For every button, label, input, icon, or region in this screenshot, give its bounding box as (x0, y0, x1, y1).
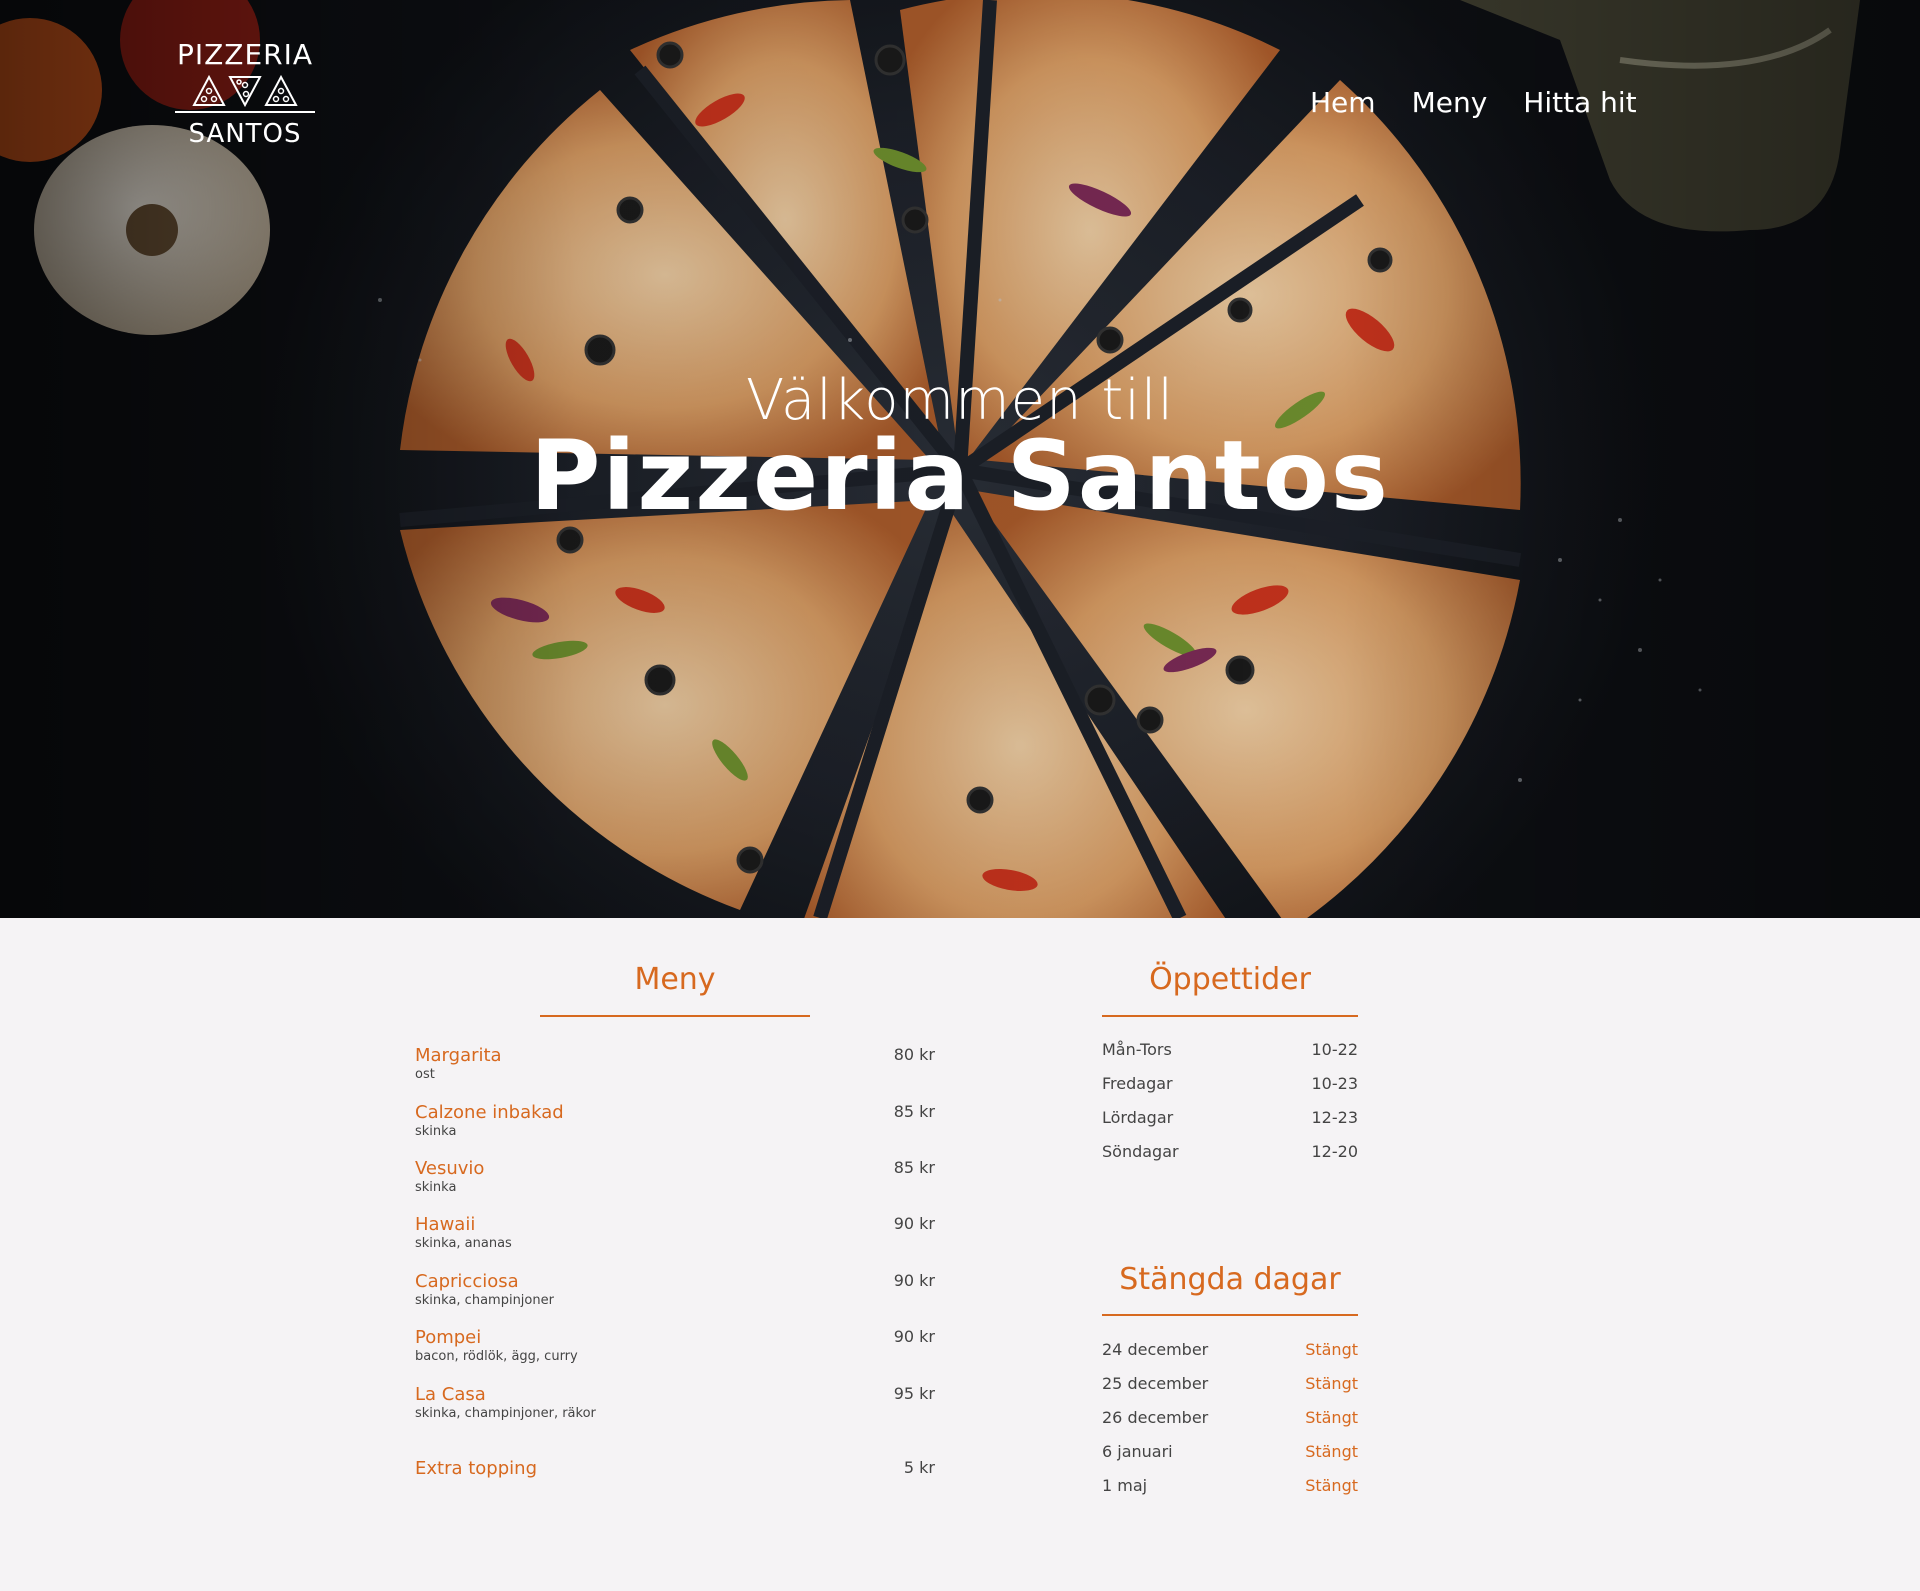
content-section: Meny Margarita ost 80 kr Calzone inbakad… (0, 918, 1920, 1591)
hours-time: 10-23 (1311, 1074, 1359, 1093)
menu-item-desc: bacon, rödlök, ägg, curry (415, 1349, 578, 1364)
closed-date: 26 december (1102, 1408, 1209, 1427)
menu-item-desc: skinka, ananas (415, 1236, 512, 1251)
menu-extra-name: Extra topping (415, 1458, 537, 1479)
menu-item-price: 90 kr (893, 1271, 935, 1290)
menu-item-name: Capricciosa (415, 1271, 519, 1292)
closed-status: Stängt (1305, 1374, 1358, 1393)
menu-item-desc: skinka (415, 1180, 457, 1195)
closed-date: 1 maj (1102, 1476, 1148, 1495)
menu-item-name: Calzone inbakad (415, 1102, 564, 1123)
closed-row: 25 december Stängt (1102, 1374, 1358, 1393)
menu-item-name: Hawaii (415, 1214, 476, 1235)
closed-status: Stängt (1305, 1340, 1358, 1359)
closed-status: Stängt (1305, 1476, 1358, 1495)
menu-item-desc: skinka, champinjoner (415, 1293, 554, 1308)
menu-item: Hawaii skinka, ananas 90 kr (415, 1214, 935, 1251)
menu-item: Vesuvio skinka 85 kr (415, 1158, 935, 1195)
closed-days-title: Stängda dagar (1119, 1262, 1341, 1297)
hours-time: 12-23 (1311, 1108, 1359, 1127)
menu-extra-price: 5 kr (903, 1458, 935, 1477)
menu-item-name: Margarita (415, 1045, 502, 1066)
closed-date: 6 januari (1102, 1442, 1173, 1461)
nav-link-hem[interactable]: Hem (1310, 86, 1376, 119)
hours-day: Söndagar (1102, 1142, 1179, 1161)
closed-status: Stängt (1305, 1442, 1358, 1461)
main-nav: Hem Meny Hitta hit (1310, 86, 1637, 119)
menu-item-name: La Casa (415, 1384, 486, 1405)
brand-logo[interactable]: PIZZERIA SANTOS (170, 38, 320, 149)
closed-days-title-rule (1102, 1314, 1358, 1316)
menu-item: Pompei bacon, rödlök, ägg, curry 90 kr (415, 1327, 935, 1364)
hero-section: PIZZERIA SANTOS Hem Meny Hitta hit Välko… (0, 0, 1920, 918)
nav-link-meny[interactable]: Meny (1412, 86, 1488, 119)
closed-date: 25 december (1102, 1374, 1209, 1393)
menu-item-desc: skinka (415, 1124, 457, 1139)
closed-date: 24 december (1102, 1340, 1209, 1359)
hours-title: Öppettider (1149, 962, 1311, 997)
menu-item-name: Pompei (415, 1327, 482, 1348)
closed-row: 24 december Stängt (1102, 1340, 1358, 1359)
menu-title: Meny (634, 962, 716, 997)
logo-line2: SANTOS (188, 119, 302, 149)
hours-row: Söndagar 12-20 (1102, 1142, 1358, 1161)
menu-extra-topping: Extra topping 5 kr (415, 1458, 935, 1479)
logo-rule (175, 111, 315, 113)
menu-item-desc: ost (415, 1067, 435, 1082)
hours-day: Lördagar (1102, 1108, 1174, 1127)
closed-row: 6 januari Stängt (1102, 1442, 1358, 1461)
logo-line1: PIZZERIA (176, 38, 314, 71)
hours-row: Mån-Tors 10-22 (1102, 1040, 1358, 1059)
menu-item-desc: skinka, champinjoner, räkor (415, 1406, 596, 1421)
hours-title-rule (1102, 1015, 1358, 1017)
closed-status: Stängt (1305, 1408, 1358, 1427)
menu-item: Margarita ost 80 kr (415, 1045, 935, 1082)
pizza-slice-icon (192, 75, 226, 106)
menu-item: La Casa skinka, champinjoner, räkor 95 k… (415, 1384, 935, 1421)
hero-restaurant-name: Pizzeria Santos (530, 420, 1390, 532)
menu-title-rule (540, 1015, 810, 1017)
hours-row: Fredagar 10-23 (1102, 1074, 1358, 1093)
closed-row: 26 december Stängt (1102, 1408, 1358, 1427)
hours-time: 10-22 (1311, 1040, 1359, 1059)
hours-day: Fredagar (1102, 1074, 1173, 1093)
nav-link-hitta-hit[interactable]: Hitta hit (1523, 86, 1636, 119)
menu-item-name: Vesuvio (415, 1158, 485, 1179)
menu-item-price: 85 kr (893, 1158, 935, 1177)
menu-item-price: 95 kr (893, 1384, 935, 1403)
menu-item: Calzone inbakad skinka 85 kr (415, 1102, 935, 1139)
hours-time: 12-20 (1311, 1142, 1359, 1161)
logo-icons (170, 75, 320, 107)
menu-item-price: 90 kr (893, 1214, 935, 1233)
menu-item-price: 80 kr (893, 1045, 935, 1064)
menu-item-price: 90 kr (893, 1327, 935, 1346)
hours-row: Lördagar 12-23 (1102, 1108, 1358, 1127)
pizza-slice-icon (228, 76, 262, 107)
pizza-slice-icon (264, 75, 298, 106)
hours-day: Mån-Tors (1102, 1040, 1172, 1059)
closed-row: 1 maj Stängt (1102, 1476, 1358, 1495)
menu-item: Capricciosa skinka, champinjoner 90 kr (415, 1271, 935, 1308)
menu-item-price: 85 kr (893, 1102, 935, 1121)
